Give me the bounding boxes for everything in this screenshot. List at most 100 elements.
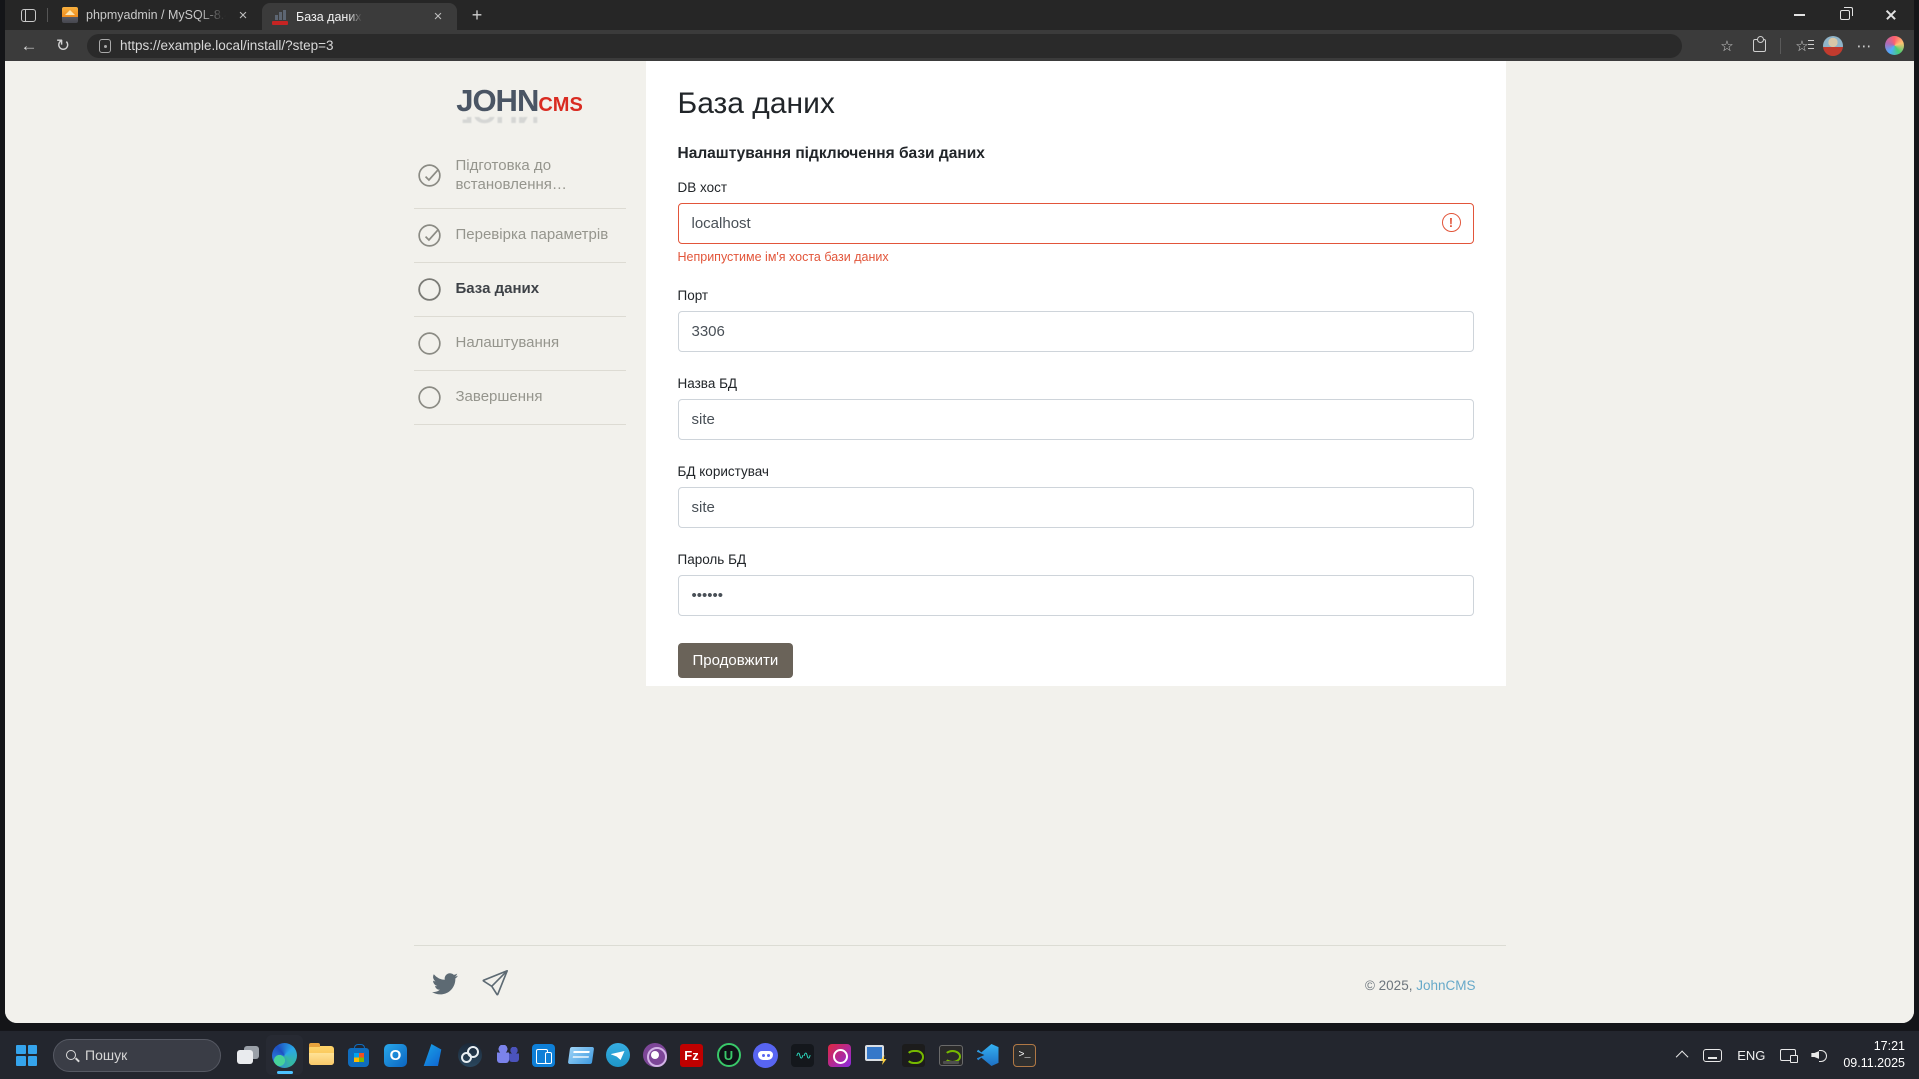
wave-app-button[interactable]: ∿∿ — [784, 1035, 821, 1075]
db-name-input[interactable] — [678, 399, 1474, 440]
steam-icon — [458, 1043, 482, 1067]
restore-icon — [1840, 10, 1850, 20]
nvidia-eye-icon — [902, 1044, 925, 1067]
terminal-button[interactable]: >_ — [1006, 1035, 1043, 1075]
step-label: Завершення — [456, 388, 543, 407]
keyboard-icon[interactable] — [1703, 1049, 1722, 1062]
language-indicator[interactable]: ENG — [1737, 1048, 1765, 1063]
geforce-experience-button[interactable] — [932, 1035, 969, 1075]
refresh-button[interactable]: ↻ — [49, 33, 77, 59]
tab-title: phpmyadmin / MySQL-8.4 / site | — [86, 8, 226, 22]
db-host-input[interactable] — [678, 203, 1474, 244]
new-tab-button[interactable]: + — [463, 1, 491, 29]
nvidia-settings-button[interactable] — [895, 1035, 932, 1075]
telegram-button[interactable] — [599, 1035, 636, 1075]
toolbar-divider — [1780, 38, 1781, 54]
minimize-icon — [1794, 14, 1805, 16]
tray-date: 09.11.2025 — [1843, 1055, 1905, 1073]
favorites-list-icon[interactable]: ☆ — [1791, 35, 1813, 57]
minimize-button[interactable] — [1776, 0, 1822, 30]
db-port-input[interactable] — [678, 311, 1474, 352]
microsoft-store-button[interactable] — [340, 1035, 377, 1075]
extensions-icon[interactable] — [1748, 35, 1770, 57]
db-host-error: Неприпустиме ім'я хоста бази даних — [678, 250, 1474, 264]
file-explorer-button[interactable] — [303, 1035, 340, 1075]
db-port-label: Порт — [678, 288, 1474, 303]
steam-button[interactable] — [451, 1035, 488, 1075]
johncms-link[interactable]: JohnCMS — [1416, 978, 1475, 993]
edge-taskbar-button[interactable] — [266, 1035, 303, 1075]
installer-footer: © 2025, JohnCMS — [414, 945, 1506, 1023]
close-button[interactable] — [1868, 0, 1914, 30]
address-bar[interactable]: https://example.local/install/?step=3 — [87, 34, 1682, 58]
tab-actions-button[interactable] — [13, 2, 43, 28]
browser-toolbar: ← ↻ https://example.local/install/?step=… — [5, 30, 1914, 61]
step-label: Налаштування — [456, 334, 560, 353]
step-label: Перевірка параметрів — [456, 226, 609, 245]
favorite-star-icon[interactable]: ☆ — [1716, 35, 1738, 57]
network-icon[interactable] — [1780, 1049, 1796, 1061]
filezilla-icon: Fz — [680, 1044, 703, 1067]
volume-icon[interactable] — [1811, 1048, 1828, 1062]
circle-icon — [416, 276, 443, 303]
tray-time: 17:21 — [1843, 1038, 1905, 1056]
device-app-button[interactable] — [525, 1035, 562, 1075]
mail-app-button[interactable] — [414, 1035, 451, 1075]
continue-button[interactable]: Продовжити — [678, 643, 794, 678]
tor-browser-button[interactable] — [636, 1035, 673, 1075]
db-user-input[interactable] — [678, 487, 1474, 528]
check-circle-icon — [416, 162, 443, 189]
window-app-button[interactable] — [562, 1035, 599, 1075]
remote-connection-button[interactable] — [858, 1035, 895, 1075]
page-title: База даних — [678, 87, 1474, 121]
restore-button[interactable] — [1822, 0, 1868, 30]
browser-window: phpmyadmin / MySQL-8.4 / site | × База д… — [5, 0, 1914, 1023]
media-app-button[interactable] — [821, 1035, 858, 1075]
discord-button[interactable] — [747, 1035, 784, 1075]
filezilla-button[interactable]: Fz — [673, 1035, 710, 1075]
tray-chevron-up-icon[interactable] — [1676, 1050, 1689, 1063]
copyright: © 2025, JohnCMS — [1365, 978, 1476, 993]
close-icon — [1885, 9, 1897, 21]
taskbar: O Fz U ∿∿ >_ ENG 17:21 09.11.2025 — [0, 1030, 1919, 1079]
site-info-icon[interactable] — [99, 39, 111, 53]
field-db-user: БД користувач — [678, 464, 1474, 528]
tab-database-active[interactable]: База даних × — [262, 3, 457, 30]
outlook-button[interactable]: O — [377, 1035, 414, 1075]
tab-phpmyadmin[interactable]: phpmyadmin / MySQL-8.4 / site | × — [52, 0, 262, 30]
computer-lightning-icon — [865, 1045, 889, 1065]
vscode-icon — [977, 1044, 999, 1066]
taskbar-search[interactable] — [53, 1039, 221, 1072]
profile-avatar[interactable] — [1823, 36, 1843, 56]
back-button[interactable]: ← — [15, 33, 43, 59]
twitter-icon[interactable] — [432, 970, 458, 1001]
iobit-uninstaller-button[interactable]: U — [710, 1035, 747, 1075]
logo-cms: CMS — [538, 94, 582, 116]
more-menu-icon[interactable]: ⋯ — [1853, 35, 1875, 57]
discord-icon — [753, 1043, 778, 1068]
telegram-plane-icon — [606, 1043, 630, 1067]
tab-actions-icon — [21, 9, 36, 22]
tab-close-icon[interactable]: × — [429, 8, 447, 26]
geforce-icon — [939, 1045, 963, 1066]
install-steps: Підготовка до встановлення… Перевірка па… — [414, 144, 626, 425]
johncms-logo: JOHNCMS — [414, 85, 626, 116]
step-finish: Завершення — [414, 371, 626, 425]
step-label: База даних — [456, 280, 540, 299]
clock[interactable]: 17:21 09.11.2025 — [1843, 1038, 1905, 1073]
task-view-button[interactable] — [229, 1035, 266, 1075]
check-circle-icon — [416, 222, 443, 249]
copilot-icon[interactable] — [1885, 36, 1904, 55]
search-input[interactable] — [85, 1047, 195, 1063]
db-password-input[interactable] — [678, 575, 1474, 616]
teams-button[interactable] — [488, 1035, 525, 1075]
vscode-button[interactable] — [969, 1035, 1006, 1075]
teams-icon — [495, 1045, 519, 1065]
window-controls — [1776, 0, 1914, 30]
johncms-favicon-icon — [272, 9, 288, 25]
installer-page: JOHNCMS JOHNCMS Підготовка до встановлен… — [5, 61, 1914, 1023]
tab-close-icon[interactable]: × — [234, 6, 252, 24]
telegram-icon[interactable] — [482, 970, 508, 1001]
step-label: Підготовка до встановлення… — [456, 157, 624, 195]
start-button[interactable] — [8, 1035, 45, 1075]
